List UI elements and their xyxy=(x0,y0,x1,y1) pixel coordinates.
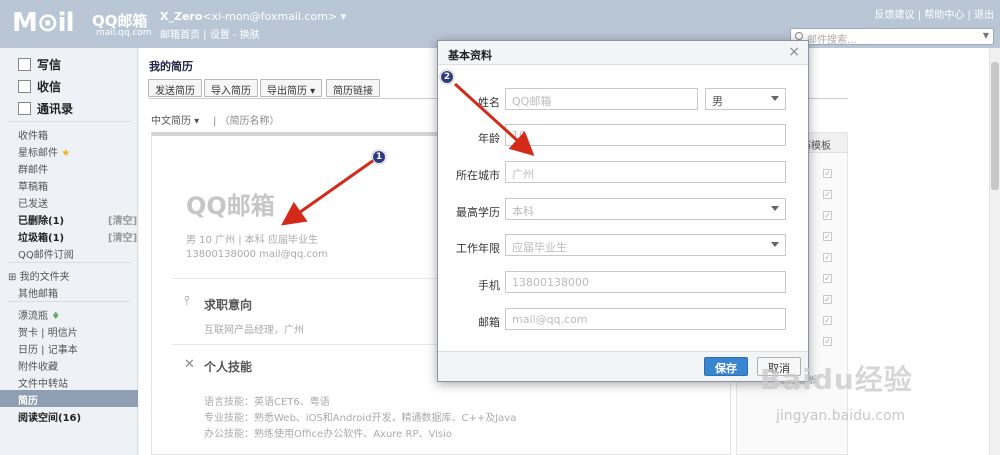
annotation-badge-2: 2 xyxy=(440,70,454,84)
arrow-1 xyxy=(281,158,375,226)
baidu-watermark: Bai⁠du经验 xyxy=(760,363,913,396)
annotation-badge-1: 1 xyxy=(372,150,386,164)
baidu-watermark-url: jingyan.baidu.com xyxy=(776,408,906,424)
arrow-2 xyxy=(453,82,535,157)
